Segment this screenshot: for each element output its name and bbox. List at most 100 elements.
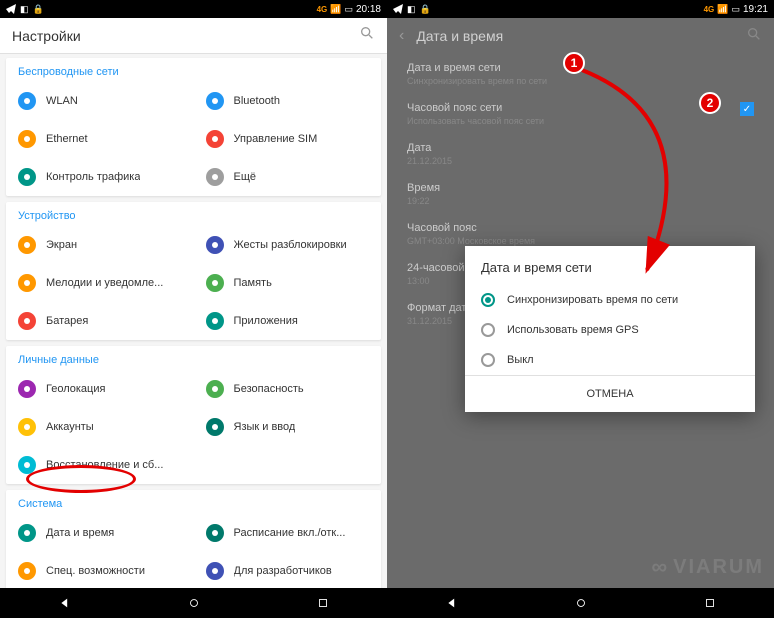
annotation-circle <box>26 465 136 493</box>
left-phone: ◧ 🔒 4G 📶 ▭ 20:18 Настройки Беспроводные … <box>0 0 387 618</box>
item-label: Ещё <box>234 171 257 183</box>
settings-item[interactable]: Ещё <box>194 158 382 196</box>
item-label: WLAN <box>46 95 78 107</box>
back-button[interactable] <box>56 594 74 612</box>
datetime-dialog: Дата и время сети Синхронизировать время… <box>465 246 755 412</box>
item-icon <box>18 380 36 398</box>
item-icon <box>18 92 36 110</box>
row-subtitle: Синхронизировать время по сети <box>407 76 754 86</box>
item-label: Язык и ввод <box>234 421 296 433</box>
item-icon <box>206 524 224 542</box>
recent-button[interactable] <box>314 594 332 612</box>
item-label: Память <box>234 277 272 289</box>
settings-item[interactable]: Геолокация <box>6 370 194 408</box>
settings-item[interactable]: Аккаунты <box>6 408 194 446</box>
settings-item[interactable]: Для разработчиков <box>194 552 382 588</box>
option-label: Использовать время GPS <box>507 324 639 336</box>
item-icon <box>206 418 224 436</box>
search-icon[interactable] <box>359 25 375 46</box>
settings-section: Беспроводные сетиWLANBluetoothEthernetУп… <box>6 58 381 196</box>
settings-item[interactable]: Расписание вкл./отк... <box>194 514 382 552</box>
item-label: Жесты разблокировки <box>234 239 347 251</box>
item-label: Аккаунты <box>46 421 94 433</box>
settings-item[interactable]: Дата и время <box>6 514 194 552</box>
signal-icon: 📶 <box>717 4 728 15</box>
settings-content: Беспроводные сетиWLANBluetoothEthernetУп… <box>0 54 387 588</box>
dialog-option[interactable]: Использовать время GPS <box>465 315 755 345</box>
recent-button[interactable] <box>701 594 719 612</box>
settings-item[interactable]: Контроль трафика <box>6 158 194 196</box>
row-subtitle: 19:22 <box>407 196 754 206</box>
radio-icon <box>481 323 495 337</box>
item-icon <box>206 168 224 186</box>
notification-icon: ◧ <box>20 4 29 15</box>
row-subtitle: Использовать часовой пояс сети <box>407 116 544 126</box>
settings-item[interactable]: Приложения <box>194 302 382 340</box>
nav-bar <box>387 588 774 618</box>
section-title: Устройство <box>6 202 381 226</box>
settings-item[interactable]: Безопасность <box>194 370 382 408</box>
search-icon[interactable] <box>746 26 762 47</box>
battery-icon: ▭ <box>731 4 740 15</box>
settings-item[interactable]: WLAN <box>6 82 194 120</box>
home-button[interactable] <box>185 594 203 612</box>
item-icon <box>206 380 224 398</box>
settings-item[interactable]: Батарея <box>6 302 194 340</box>
checkbox-icon[interactable] <box>740 102 754 116</box>
row-title: Дата <box>407 142 754 154</box>
settings-item[interactable]: Управление SIM <box>194 120 382 158</box>
signal-icon: 📶 <box>330 4 341 15</box>
settings-header: Настройки <box>0 18 387 54</box>
settings-section: СистемаДата и времяРасписание вкл./отк..… <box>6 490 381 588</box>
datetime-row[interactable]: Дата21.12.2015 <box>387 134 774 174</box>
home-button[interactable] <box>572 594 590 612</box>
network-icon: 4G <box>317 5 328 14</box>
option-label: Синхронизировать время по сети <box>507 294 678 306</box>
settings-item[interactable]: Мелодии и уведомле... <box>6 264 194 302</box>
item-icon <box>206 130 224 148</box>
lock-icon: 🔒 <box>420 4 431 15</box>
back-button[interactable] <box>443 594 461 612</box>
settings-item[interactable]: Спец. возможности <box>6 552 194 588</box>
status-bar: ◧ 🔒 4G 📶 ▭ 19:21 <box>387 0 774 18</box>
datetime-header: ‹ Дата и время <box>387 18 774 54</box>
settings-item[interactable]: Память <box>194 264 382 302</box>
infinity-icon: ∞ <box>651 554 669 580</box>
item-label: Управление SIM <box>234 133 318 145</box>
annotation-badge-2: 2 <box>699 92 721 114</box>
telegram-icon <box>6 4 16 14</box>
option-label: Выкл <box>507 354 534 366</box>
datetime-row[interactable]: Время19:22 <box>387 174 774 214</box>
item-label: Безопасность <box>234 383 304 395</box>
settings-item[interactable]: Ethernet <box>6 120 194 158</box>
item-label: Дата и время <box>46 527 114 539</box>
settings-item[interactable]: Жесты разблокировки <box>194 226 382 264</box>
row-title: Часовой пояс сети <box>407 102 544 114</box>
settings-item[interactable]: Bluetooth <box>194 82 382 120</box>
item-label: Геолокация <box>46 383 105 395</box>
page-title: Настройки <box>12 28 81 44</box>
notification-icon: ◧ <box>407 4 416 15</box>
lock-icon: 🔒 <box>33 4 44 15</box>
back-icon[interactable]: ‹ <box>399 27 404 45</box>
page-title: Дата и время <box>416 28 503 44</box>
settings-item[interactable]: Язык и ввод <box>194 408 382 446</box>
item-icon <box>18 274 36 292</box>
item-label: Контроль трафика <box>46 171 140 183</box>
row-subtitle: GMT+03:00 Московское время <box>407 236 754 246</box>
item-label: Ethernet <box>46 133 88 145</box>
dialog-cancel-button[interactable]: ОТМЕНА <box>465 375 755 412</box>
dialog-option[interactable]: Выкл <box>465 345 755 375</box>
item-icon <box>206 312 224 330</box>
settings-section: Личные данныеГеолокацияБезопасностьАккау… <box>6 346 381 484</box>
item-label: Приложения <box>234 315 298 327</box>
item-icon <box>18 312 36 330</box>
status-time: 19:21 <box>743 4 768 15</box>
battery-icon: ▭ <box>344 4 353 15</box>
dialog-option[interactable]: Синхронизировать время по сети <box>465 285 755 315</box>
status-bar: ◧ 🔒 4G 📶 ▭ 20:18 <box>0 0 387 18</box>
settings-item[interactable]: Экран <box>6 226 194 264</box>
row-title: Часовой пояс <box>407 222 754 234</box>
radio-icon <box>481 293 495 307</box>
radio-icon <box>481 353 495 367</box>
